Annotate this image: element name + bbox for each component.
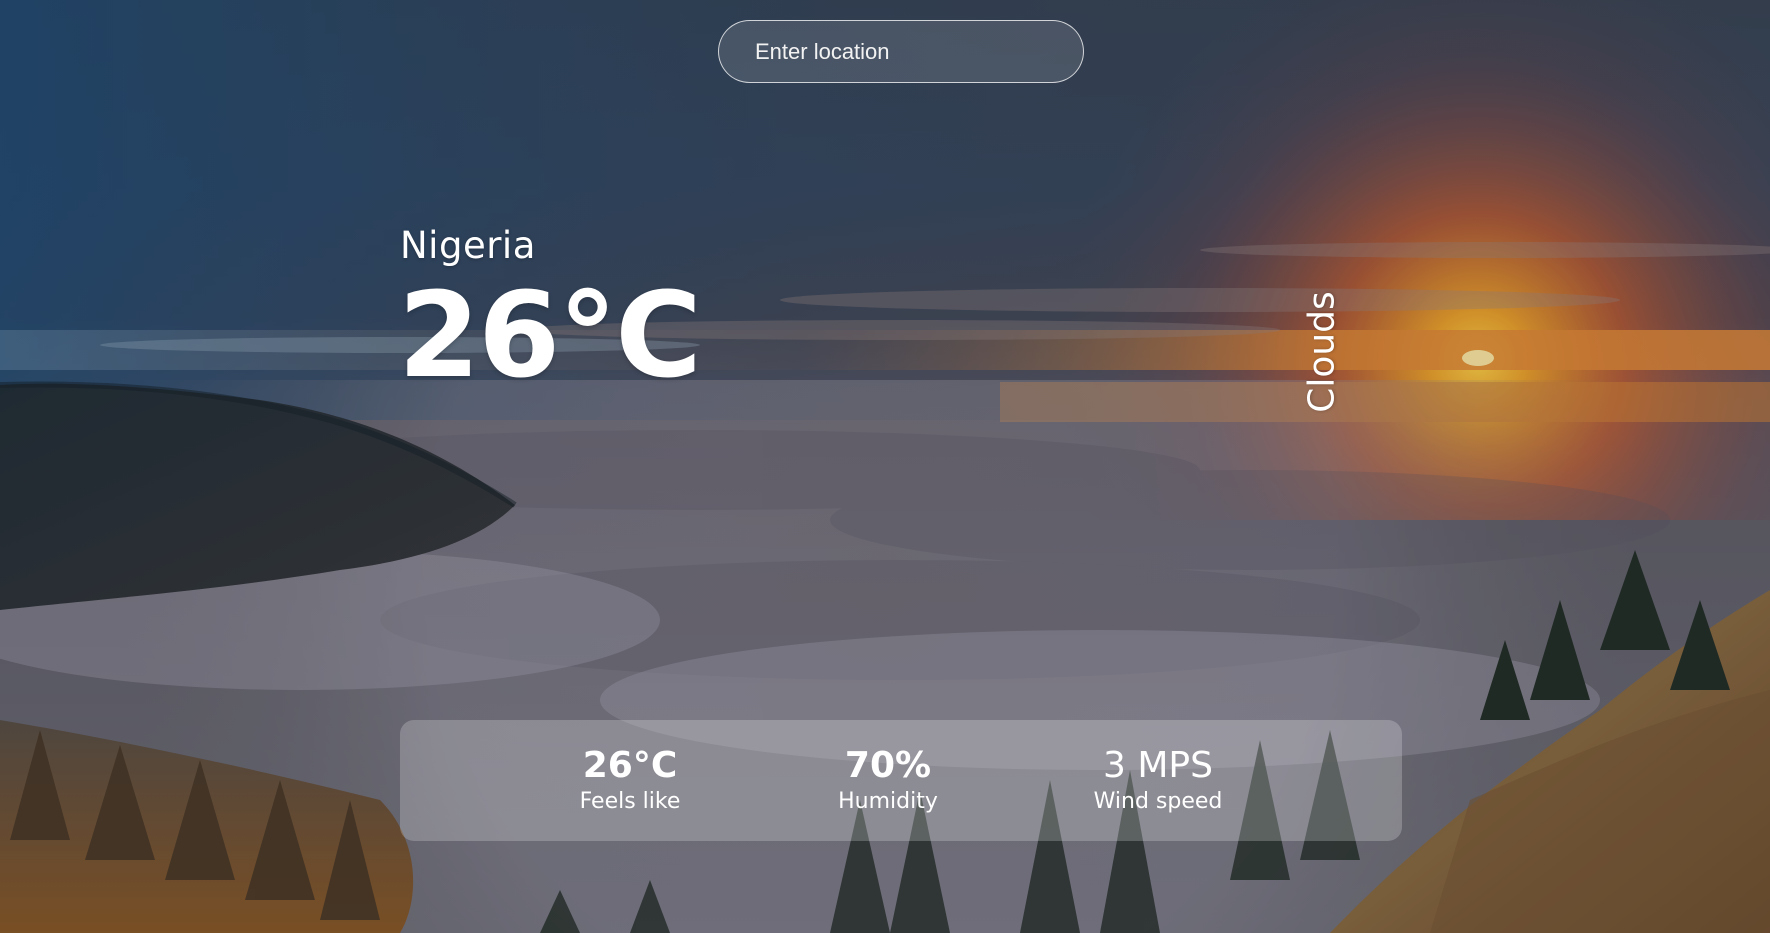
weather-description: Clouds: [1301, 291, 1343, 413]
search-bar: [718, 20, 1084, 83]
wind-speed-value: 3 MPS: [1103, 745, 1213, 786]
location-search-input[interactable]: [718, 20, 1084, 83]
wind-speed-label: Wind speed: [1093, 789, 1223, 814]
humidity-label: Humidity: [838, 789, 938, 814]
humidity-stat: 70% Humidity: [778, 746, 998, 816]
humidity-value: 70%: [844, 745, 932, 786]
feels-like-value: 26°C: [582, 745, 678, 786]
weather-stats-panel: 26°C Feels like 70% Humidity 3 MPS Wind …: [400, 720, 1402, 841]
current-temperature: 26°C: [398, 266, 702, 404]
feels-like-label: Feels like: [579, 789, 681, 814]
wind-speed-stat: 3 MPS Wind speed: [1048, 746, 1268, 816]
weather-app: Nigeria 26°C Clouds 26°C Feels like 70% …: [0, 0, 1770, 933]
location-name: Nigeria: [400, 224, 536, 267]
feels-like-stat: 26°C Feels like: [520, 746, 740, 816]
